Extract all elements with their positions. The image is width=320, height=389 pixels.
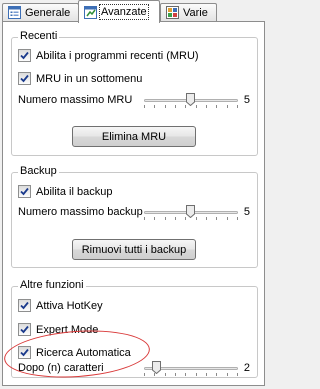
- tab-label: Generale: [25, 6, 71, 19]
- check-icon: [20, 325, 29, 334]
- settings-window-icon: [84, 5, 97, 19]
- grid-apps-icon: [166, 6, 179, 19]
- enable-mru-checkbox[interactable]: [18, 49, 31, 62]
- mru-submenu-label: MRU in un sottomenu: [36, 72, 143, 85]
- clear-mru-button[interactable]: Elimina MRU: [72, 126, 196, 147]
- group-title: Backup: [18, 165, 59, 177]
- group-backup: Backup Abilita il backup Numero massimo …: [11, 165, 258, 268]
- enable-mru-label: Abilita i programmi recenti (MRU): [36, 49, 199, 62]
- check-icon: [20, 187, 29, 196]
- enable-backup-label: Abilita il backup: [36, 185, 113, 198]
- after-chars-value: 2: [243, 362, 250, 374]
- check-icon: [20, 74, 29, 83]
- checkbox-row-enable-mru[interactable]: Abilita i programmi recenti (MRU): [18, 49, 199, 62]
- clear-mru-button-label: Elimina MRU: [101, 130, 167, 143]
- max-backup-label: Numero massimo backup: [18, 206, 143, 218]
- hotkey-label: Attiva HotKey: [36, 299, 103, 312]
- max-backup-value: 5: [243, 206, 250, 218]
- tab-label: Varie: [183, 6, 208, 19]
- slider-thumb[interactable]: [152, 361, 161, 374]
- group-title: Altre funzioni: [18, 279, 86, 291]
- max-mru-value: 5: [243, 94, 250, 106]
- check-icon: [20, 301, 29, 310]
- tab-generale[interactable]: Generale: [2, 3, 79, 21]
- enable-backup-checkbox[interactable]: [18, 185, 31, 198]
- checkbox-row-enable-backup[interactable]: Abilita il backup: [18, 185, 112, 198]
- expert-mode-checkbox[interactable]: [18, 323, 31, 336]
- window-list-icon: [8, 6, 21, 19]
- remove-backups-button-label: Rimuovi tutti i backup: [81, 243, 187, 256]
- mru-submenu-checkbox[interactable]: [18, 72, 31, 85]
- max-backup-slider[interactable]: [144, 205, 238, 221]
- tab-varie[interactable]: Varie: [160, 3, 217, 21]
- remove-backups-button[interactable]: Rimuovi tutti i backup: [72, 239, 196, 260]
- group-title: Recenti: [18, 30, 60, 42]
- slider-thumb[interactable]: [186, 93, 195, 106]
- checkbox-row-hotkey[interactable]: Attiva HotKey: [18, 299, 103, 312]
- checkbox-row-mru-submenu[interactable]: MRU in un sottomenu: [18, 72, 142, 85]
- after-chars-slider[interactable]: [144, 361, 238, 377]
- tab-panel-avanzate: Recenti Abilita i programmi recenti (MRU…: [2, 21, 265, 386]
- check-icon: [20, 51, 29, 60]
- tab-label: Avanzate: [99, 4, 149, 20]
- max-mru-slider[interactable]: [144, 93, 238, 109]
- tab-avanzate[interactable]: Avanzate: [78, 0, 160, 23]
- slider-thumb[interactable]: [186, 205, 195, 218]
- hotkey-checkbox[interactable]: [18, 299, 31, 312]
- max-mru-label: Numero massimo MRU: [18, 94, 133, 106]
- tab-bar: Generale Avanzate Varie: [2, 0, 266, 23]
- group-recenti: Recenti Abilita i programmi recenti (MRU…: [11, 30, 258, 156]
